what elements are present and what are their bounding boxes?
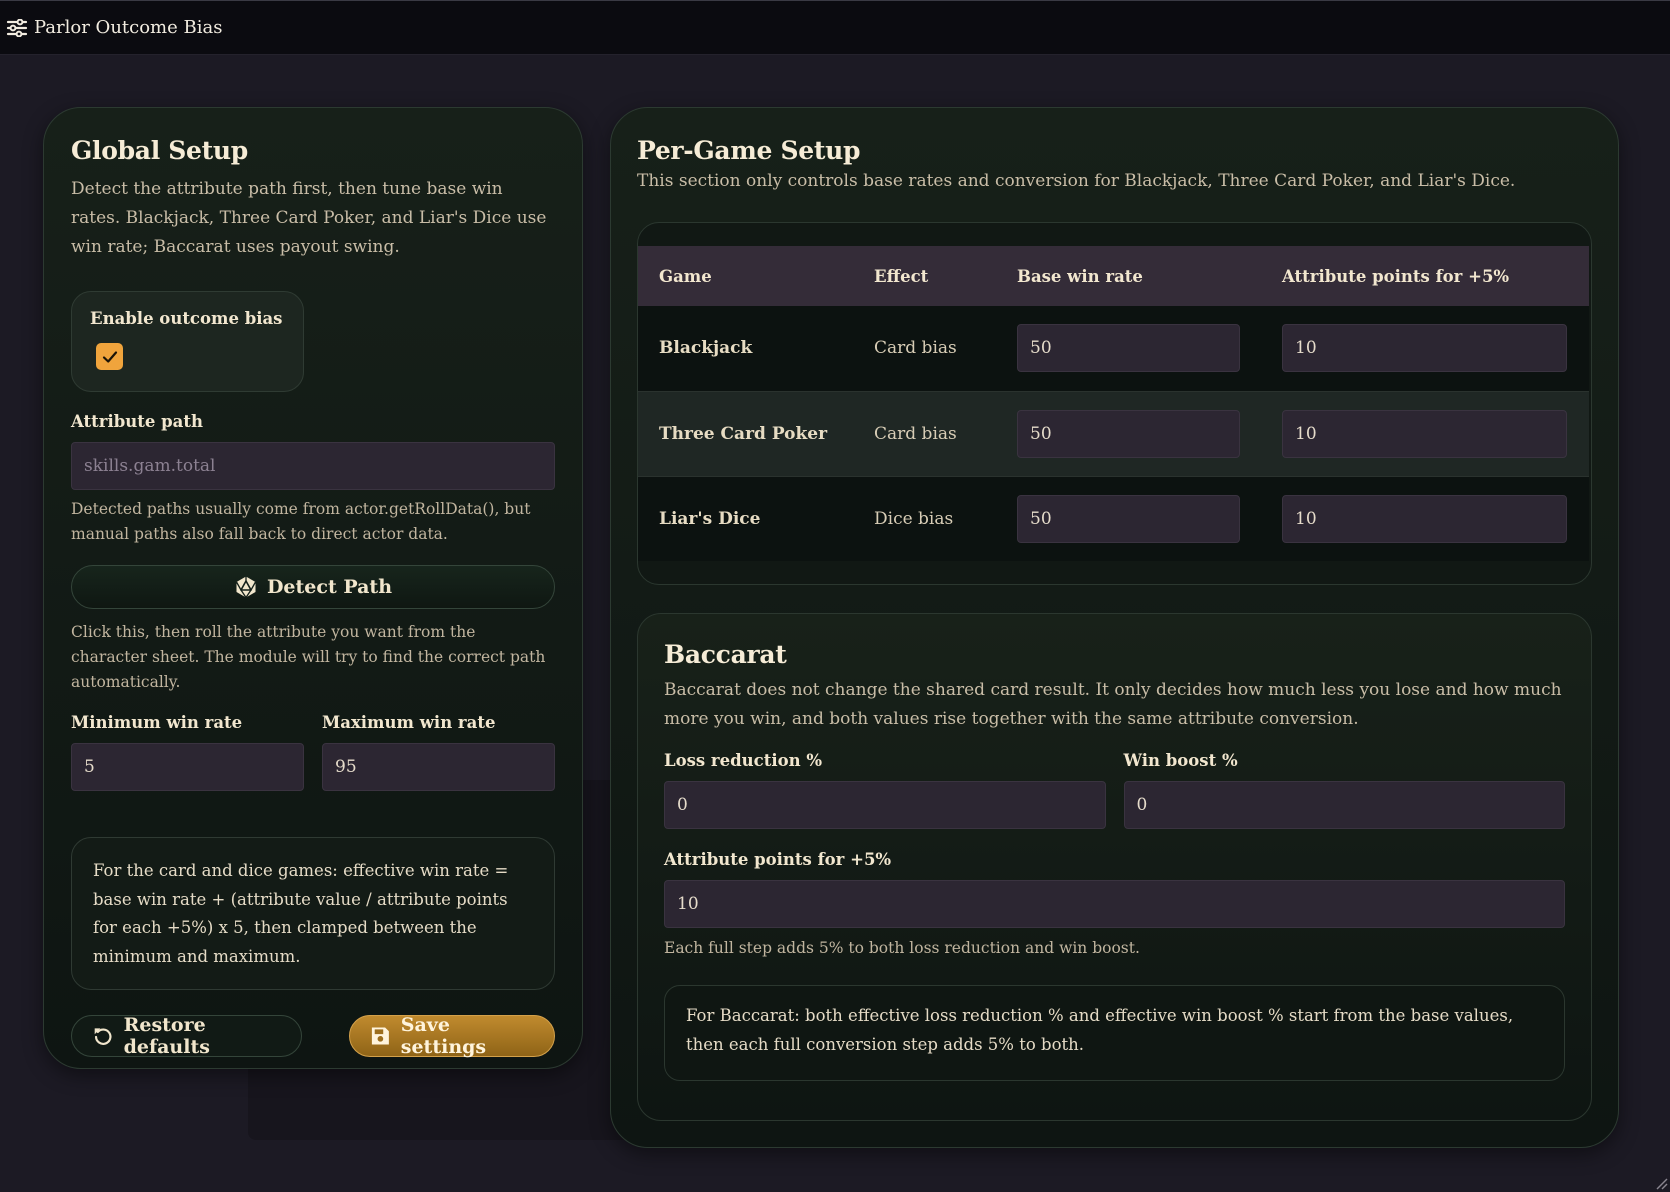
per-game-table: Game Effect Base win rate Attribute poin… bbox=[638, 246, 1589, 561]
global-setup-panel: Global Setup Detect the attribute path f… bbox=[43, 107, 583, 1069]
restore-defaults-label: Restore defaults bbox=[123, 1014, 210, 1058]
base-win-rate-input[interactable]: 50 bbox=[1017, 324, 1240, 373]
baccarat-description: Baccarat does not change the shared card… bbox=[664, 680, 1562, 729]
save-settings-button[interactable]: Save settings bbox=[349, 1014, 555, 1058]
save-settings-label: Save settings bbox=[400, 1014, 487, 1058]
baccarat-formula-note: For Baccarat: both effective loss reduct… bbox=[664, 985, 1565, 1081]
global-setup-description: Detect the attribute path first, then tu… bbox=[71, 179, 547, 257]
baccarat-section: Baccarat Baccarat does not change the sh… bbox=[637, 613, 1592, 1121]
attribute-points-input[interactable]: 10 bbox=[1282, 324, 1567, 373]
attribute-points-input[interactable]: 10 bbox=[1282, 494, 1567, 543]
table-header-row: Game Effect Base win rate Attribute poin… bbox=[638, 246, 1589, 306]
undo-icon bbox=[94, 1028, 112, 1045]
detect-path-label: Detect Path bbox=[266, 576, 393, 598]
maximum-win-rate-input[interactable]: 95 bbox=[322, 743, 555, 791]
minimum-win-rate-label: Minimum win rate bbox=[71, 713, 243, 732]
detect-path-hint: Click this, then roll the attribute you … bbox=[71, 623, 546, 691]
table-row: Liar's Dice Dice bias 50 10 bbox=[638, 475, 1589, 561]
column-header-game: Game bbox=[659, 266, 712, 286]
attribute-path-label: Attribute path bbox=[71, 412, 203, 431]
floppy-disk-icon bbox=[371, 1027, 389, 1045]
game-name-cell: Three Card Poker bbox=[638, 390, 853, 476]
base-win-rate-input[interactable]: 50 bbox=[1017, 409, 1240, 458]
resize-handle-icon[interactable] bbox=[1652, 1174, 1668, 1190]
table-row: Three Card Poker Card bias 50 10 bbox=[638, 390, 1589, 476]
loss-reduction-label: Loss reduction % bbox=[664, 751, 823, 770]
base-win-rate-input[interactable]: 50 bbox=[1017, 494, 1240, 543]
table-row: Blackjack Card bias 50 10 bbox=[638, 306, 1589, 391]
enable-outcome-bias-box: Enable outcome bias bbox=[71, 291, 304, 392]
restore-defaults-button[interactable]: Restore defaults bbox=[71, 1014, 302, 1058]
minimum-win-rate-input[interactable]: 5 bbox=[71, 743, 304, 791]
attribute-points-input[interactable]: 10 bbox=[1282, 409, 1567, 458]
column-header-effect: Effect bbox=[874, 266, 929, 286]
window-title: Parlor Outcome Bias bbox=[34, 17, 223, 38]
checkmark-icon bbox=[102, 350, 117, 363]
effect-cell: Card bias bbox=[853, 390, 996, 476]
per-game-table-container: Game Effect Base win rate Attribute poin… bbox=[637, 222, 1592, 585]
loss-reduction-input[interactable]: 0 bbox=[664, 781, 1106, 829]
game-name-cell: Liar's Dice bbox=[638, 475, 853, 561]
baccarat-attribute-points-label: Attribute points for +5% bbox=[664, 850, 892, 869]
detect-path-button[interactable]: Detect Path bbox=[71, 565, 555, 609]
attribute-path-hint: Detected paths usually come from actor.g… bbox=[71, 500, 531, 543]
column-header-attribute-points: Attribute points for +5% bbox=[1282, 266, 1510, 286]
attribute-path-input[interactable]: skills.gam.total bbox=[71, 442, 555, 490]
d20-icon bbox=[235, 576, 257, 598]
enable-outcome-bias-checkbox[interactable] bbox=[96, 343, 123, 370]
baccarat-attribute-points-input[interactable]: 10 bbox=[664, 880, 1565, 928]
maximum-win-rate-label: Maximum win rate bbox=[322, 713, 496, 732]
effect-cell: Dice bias bbox=[853, 475, 996, 561]
per-game-setup-title: Per-Game Setup bbox=[637, 136, 861, 165]
win-boost-label: Win boost % bbox=[1123, 751, 1238, 770]
column-header-base-win-rate: Base win rate bbox=[1017, 266, 1143, 286]
effect-cell: Card bias bbox=[853, 306, 996, 391]
sliders-icon bbox=[6, 18, 28, 37]
baccarat-points-hint: Each full step adds 5% to both loss redu… bbox=[664, 939, 1140, 957]
per-game-setup-panel: Per-Game Setup This section only control… bbox=[610, 107, 1619, 1148]
win-rate-formula-note: For the card and dice games: effective w… bbox=[71, 837, 555, 990]
global-setup-title: Global Setup bbox=[71, 136, 248, 165]
enable-outcome-bias-label: Enable outcome bias bbox=[90, 309, 283, 328]
per-game-setup-description: This section only controls base rates an… bbox=[637, 171, 1516, 191]
game-name-cell: Blackjack bbox=[638, 306, 853, 391]
window-titlebar: Parlor Outcome Bias bbox=[0, 0, 1670, 55]
baccarat-title: Baccarat bbox=[664, 640, 787, 669]
win-boost-input[interactable]: 0 bbox=[1123, 781, 1565, 829]
